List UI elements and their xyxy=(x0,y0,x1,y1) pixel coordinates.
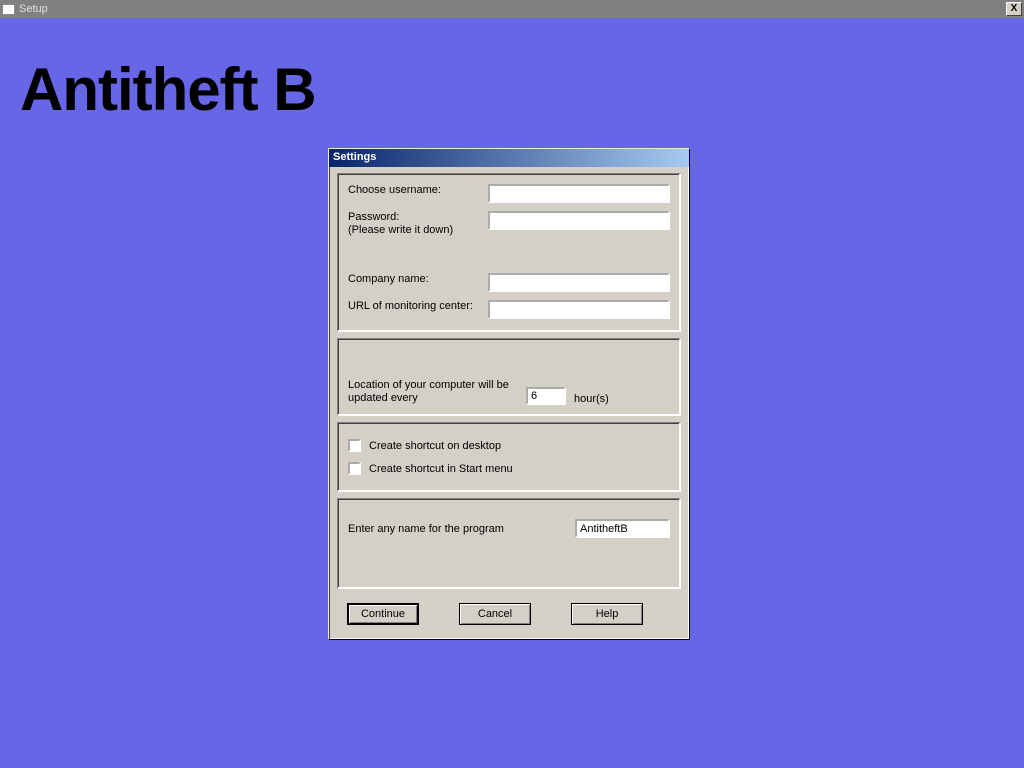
desktop-shortcut-checkbox[interactable] xyxy=(348,439,361,452)
startmenu-shortcut-label: Create shortcut in Start menu xyxy=(369,463,513,475)
username-input[interactable] xyxy=(488,184,670,203)
desktop-shortcut-label: Create shortcut on desktop xyxy=(369,440,501,452)
interval-panel: Location of your computer will be update… xyxy=(337,338,681,416)
password-input[interactable] xyxy=(488,211,670,230)
startmenu-shortcut-checkbox[interactable] xyxy=(348,462,361,475)
app-headline: Antitheft B xyxy=(20,55,316,124)
window-title: Setup xyxy=(19,3,48,15)
program-name-label: Enter any name for the program xyxy=(348,523,504,535)
company-label: Company name: xyxy=(348,273,488,286)
continue-button[interactable]: Continue xyxy=(347,603,419,625)
company-input[interactable] xyxy=(488,273,670,292)
url-input[interactable] xyxy=(488,300,670,319)
close-button[interactable]: X xyxy=(1006,2,1022,16)
interval-input[interactable] xyxy=(526,387,566,405)
program-name-input[interactable] xyxy=(575,519,670,538)
help-button[interactable]: Help xyxy=(571,603,643,625)
app-icon xyxy=(2,4,15,15)
interval-label: Location of your computer will be update… xyxy=(348,379,518,405)
username-label: Choose username: xyxy=(348,184,488,197)
program-name-panel: Enter any name for the program xyxy=(337,498,681,589)
credentials-panel: Choose username: Password: (Please write… xyxy=(337,173,681,332)
shortcuts-panel: Create shortcut on desktop Create shortc… xyxy=(337,422,681,492)
dialog-title: Settings xyxy=(329,149,689,167)
cancel-button[interactable]: Cancel xyxy=(459,603,531,625)
settings-dialog: Settings Choose username: Password: (Ple… xyxy=(328,148,690,640)
interval-unit: hour(s) xyxy=(574,393,609,405)
password-label: Password: (Please write it down) xyxy=(348,211,488,237)
window-titlebar: Setup X xyxy=(0,0,1024,18)
url-label: URL of monitoring center: xyxy=(348,300,488,313)
button-bar: Continue Cancel Help xyxy=(329,595,689,639)
